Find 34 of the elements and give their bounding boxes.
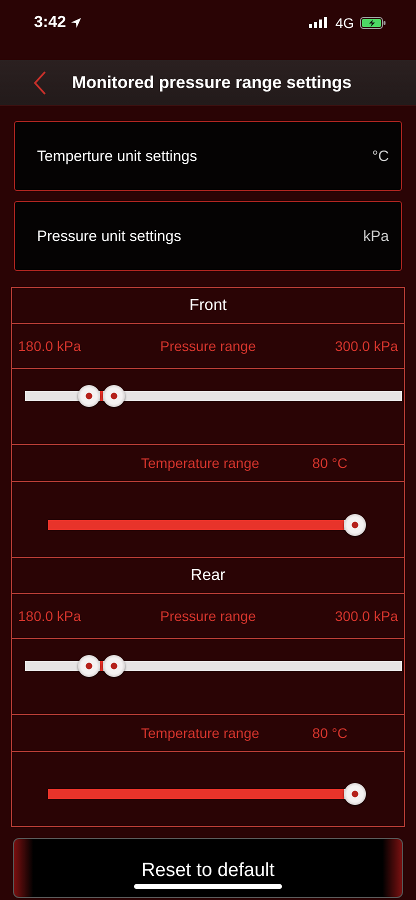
setting-label: Temperture unit settings xyxy=(37,148,198,164)
settings-row[interactable]: Pressure unit settings kPa xyxy=(14,201,402,271)
slider-thumb[interactable] xyxy=(344,514,366,536)
setting-label: Pressure unit settings xyxy=(37,228,182,244)
back-icon[interactable] xyxy=(33,70,47,94)
page-title: Monitored pressure range settings xyxy=(72,72,352,92)
slider-thumb[interactable] xyxy=(344,783,366,805)
temperature-value: 80 °C xyxy=(312,725,348,741)
pressure-min: 180.0 kPa xyxy=(18,338,82,354)
setting-value: kPa xyxy=(363,228,389,244)
temperature-range-label: Temperature range xyxy=(141,455,260,471)
status-time: 3:42 xyxy=(34,14,66,32)
slider-thumb[interactable] xyxy=(103,655,126,677)
temperature-range-label: Temperature range xyxy=(141,725,260,741)
pressure-range-label: Pressure range xyxy=(160,338,256,354)
reset-button[interactable]: Reset to default xyxy=(13,838,403,898)
network-type: 4G xyxy=(335,14,354,30)
section-title: Rear xyxy=(190,566,226,584)
signal-icon xyxy=(309,17,328,28)
location-arrow-icon xyxy=(70,16,82,28)
pressure-range-label: Pressure range xyxy=(160,608,256,624)
slider-fill xyxy=(100,661,104,671)
pressure-max: 300.0 kPa xyxy=(334,608,398,624)
slider-fill xyxy=(100,391,104,401)
setting-value: °C xyxy=(372,148,389,164)
slider-thumb[interactable] xyxy=(103,385,126,407)
temperature-value: 80 °C xyxy=(312,455,348,471)
settings-row[interactable]: Temperture unit settings °C xyxy=(14,121,402,191)
section-title: Front xyxy=(189,296,227,314)
slider-thumb[interactable] xyxy=(78,655,100,677)
slider-thumb[interactable] xyxy=(78,385,100,407)
battery-charging-icon xyxy=(360,16,386,28)
pressure-min: 180.0 kPa xyxy=(18,608,82,624)
pressure-max: 300.0 kPa xyxy=(334,338,398,354)
